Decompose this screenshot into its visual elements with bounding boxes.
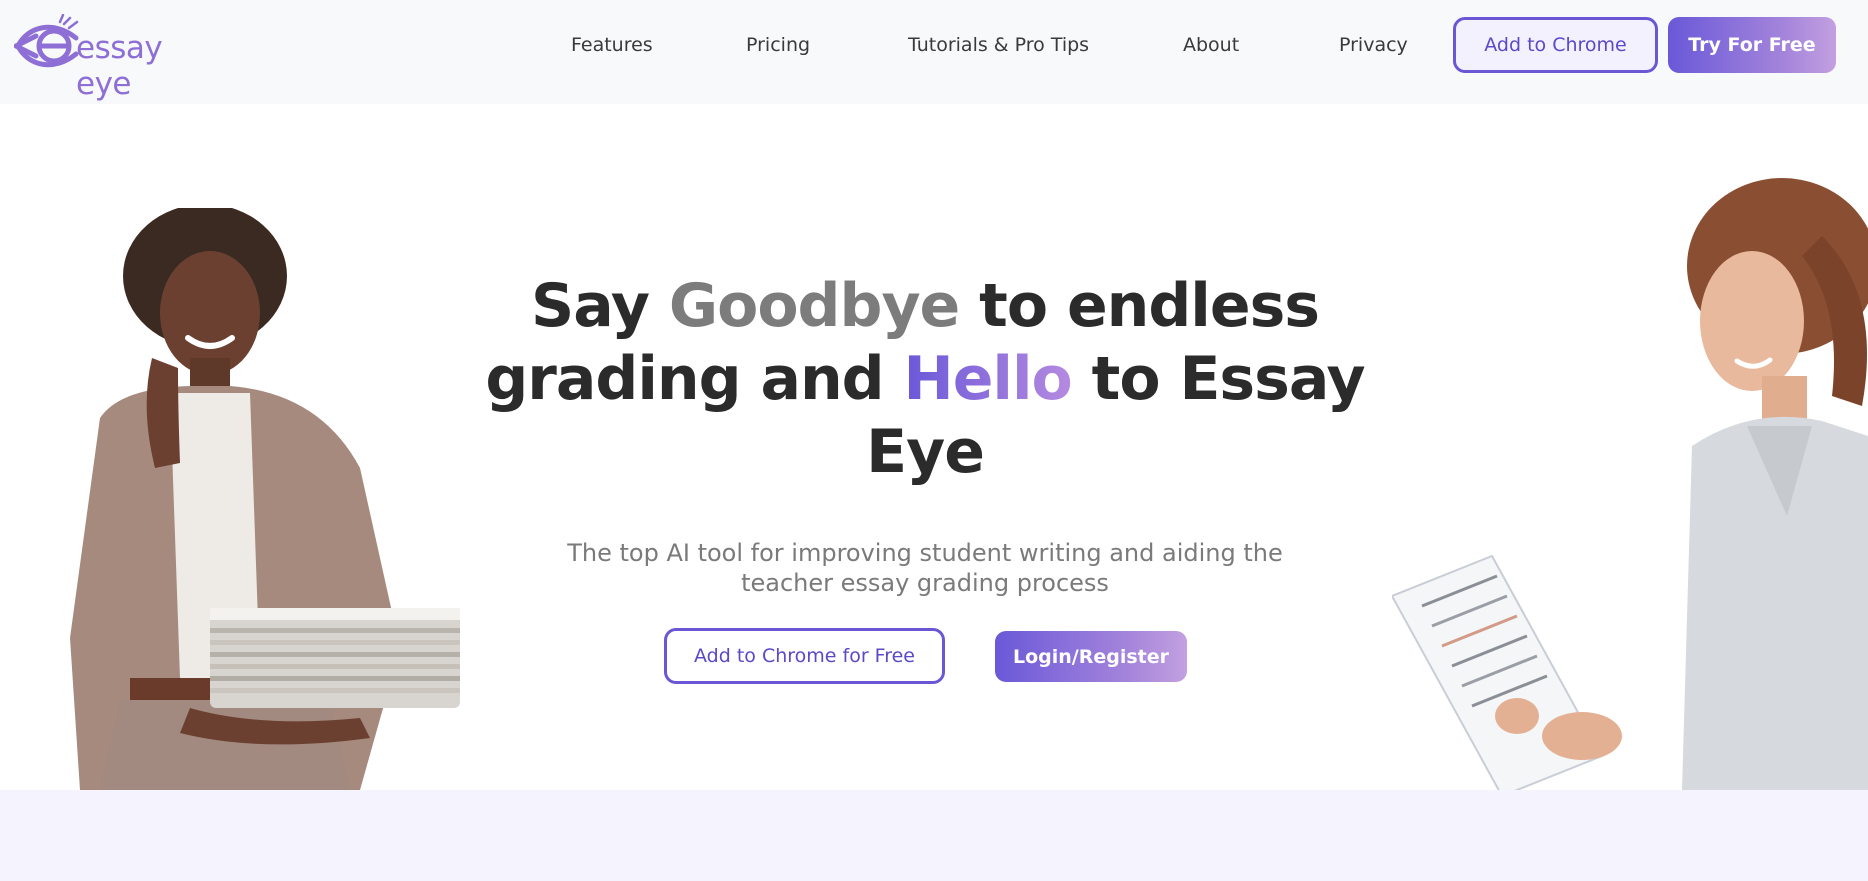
headline-part-1: Say [531,271,669,341]
hero-subheadline: The top AI tool for improving student wr… [567,539,1283,597]
login-register-button[interactable]: Login/Register [995,631,1187,682]
headline-goodbye: Goodbye [668,271,960,341]
next-section-band [0,790,1868,881]
brand-logo-link[interactable]: essay eye [14,14,214,102]
headline-hello: Hello [903,344,1073,414]
nav-link-tutorials[interactable]: Tutorials & Pro Tips [908,34,1089,56]
eye-logo-icon [14,14,79,68]
nav-link-features[interactable]: Features [571,34,653,56]
brand-name: essay eye [76,30,163,102]
add-to-chrome-for-free-button[interactable]: Add to Chrome for Free [664,628,945,684]
nav-link-about[interactable]: About [1183,34,1239,56]
nav-link-privacy[interactable]: Privacy [1339,34,1408,56]
hero-section: Say Goodbye to endless grading and Hello… [0,104,1868,790]
teacher-reading-paper-image [1392,178,1868,790]
hero-headline: Say Goodbye to endless grading and Hello… [480,270,1370,489]
nav-link-pricing[interactable]: Pricing [746,34,810,56]
try-for-free-button[interactable]: Try For Free [1668,17,1836,73]
top-navigation-bar: essay eye Features Pricing Tutorials & P… [0,0,1868,104]
teacher-with-papers-image [70,208,460,790]
add-to-chrome-button[interactable]: Add to Chrome [1453,17,1658,73]
